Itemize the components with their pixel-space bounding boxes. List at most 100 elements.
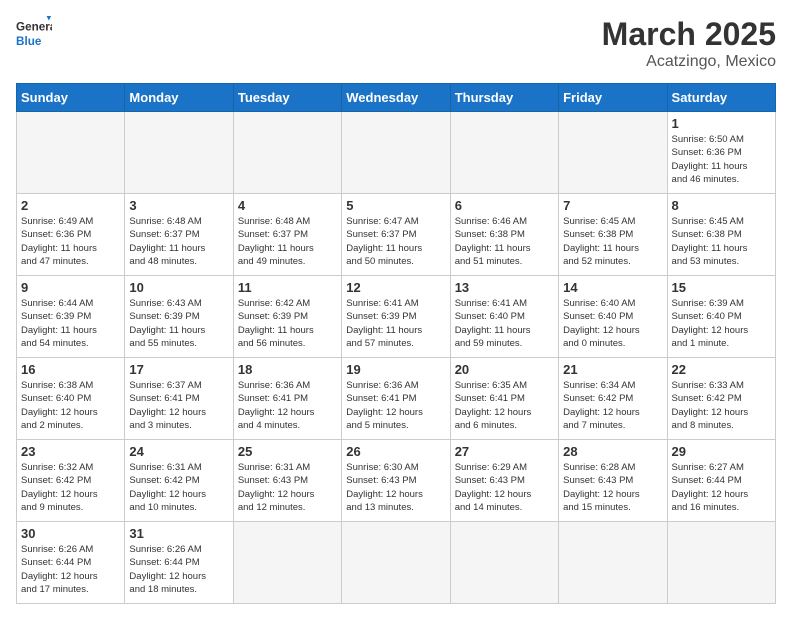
day-info: Sunrise: 6:32 AM Sunset: 6:42 PM Dayligh… bbox=[21, 461, 120, 514]
calendar-cell bbox=[667, 522, 775, 604]
calendar-cell: 29Sunrise: 6:27 AM Sunset: 6:44 PM Dayli… bbox=[667, 440, 775, 522]
day-info: Sunrise: 6:35 AM Sunset: 6:41 PM Dayligh… bbox=[455, 379, 554, 432]
day-info: Sunrise: 6:49 AM Sunset: 6:36 PM Dayligh… bbox=[21, 215, 120, 268]
day-info: Sunrise: 6:50 AM Sunset: 6:36 PM Dayligh… bbox=[672, 133, 771, 186]
calendar-cell bbox=[559, 112, 667, 194]
calendar-cell: 10 Sunrise: 6:43 AM Sunset: 6:39 PM Dayli… bbox=[125, 276, 233, 358]
day-info: Sunrise: 6:31 AM Sunset: 6:43 PM Dayligh… bbox=[238, 461, 337, 514]
day-number: 28 bbox=[563, 444, 662, 459]
title-block: March 2025 Acatzingo, Mexico bbox=[602, 16, 776, 71]
day-info: Sunrise: 6:36 AM Sunset: 6:41 PM Dayligh… bbox=[238, 379, 337, 432]
calendar-cell: 14 Sunrise: 6:40 AM Sunset: 6:40 PM Dayli… bbox=[559, 276, 667, 358]
calendar-cell: 30Sunrise: 6:26 AM Sunset: 6:44 PM Dayli… bbox=[17, 522, 125, 604]
calendar-cell: 11 Sunrise: 6:42 AM Sunset: 6:39 PM Dayli… bbox=[233, 276, 341, 358]
calendar-cell: 28 Sunrise: 6:28 AM Sunset: 6:43 PM Dayli… bbox=[559, 440, 667, 522]
day-info: Sunrise: 6:44 AM Sunset: 6:39 PM Dayligh… bbox=[21, 297, 120, 350]
day-number: 2 bbox=[21, 198, 120, 213]
calendar-cell: 5Sunrise: 6:47 AM Sunset: 6:37 PM Daylig… bbox=[342, 194, 450, 276]
logo: General Blue bbox=[16, 16, 52, 52]
day-info: Sunrise: 6:46 AM Sunset: 6:38 PM Dayligh… bbox=[455, 215, 554, 268]
calendar-cell bbox=[233, 112, 341, 194]
day-number: 25 bbox=[238, 444, 337, 459]
day-number: 31 bbox=[129, 526, 228, 541]
day-info: Sunrise: 6:26 AM Sunset: 6:44 PM Dayligh… bbox=[129, 543, 228, 596]
day-info: Sunrise: 6:43 AM Sunset: 6:39 PM Dayligh… bbox=[129, 297, 228, 350]
day-number: 14 bbox=[563, 280, 662, 295]
day-of-week-header: Monday bbox=[125, 84, 233, 112]
day-number: 22 bbox=[672, 362, 771, 377]
calendar-cell bbox=[342, 112, 450, 194]
day-number: 4 bbox=[238, 198, 337, 213]
day-number: 6 bbox=[455, 198, 554, 213]
calendar-cell: 23 Sunrise: 6:32 AM Sunset: 6:42 PM Dayli… bbox=[17, 440, 125, 522]
page-header: General Blue March 2025 Acatzingo, Mexic… bbox=[16, 16, 776, 71]
calendar-cell bbox=[17, 112, 125, 194]
calendar-cell: 19Sunrise: 6:36 AM Sunset: 6:41 PM Dayli… bbox=[342, 358, 450, 440]
day-info: Sunrise: 6:42 AM Sunset: 6:39 PM Dayligh… bbox=[238, 297, 337, 350]
day-number: 8 bbox=[672, 198, 771, 213]
calendar-cell bbox=[233, 522, 341, 604]
day-of-week-header: Tuesday bbox=[233, 84, 341, 112]
calendar-cell: 8 Sunrise: 6:45 AM Sunset: 6:38 PM Daylig… bbox=[667, 194, 775, 276]
day-info: Sunrise: 6:30 AM Sunset: 6:43 PM Dayligh… bbox=[346, 461, 445, 514]
day-number: 1 bbox=[672, 116, 771, 131]
day-number: 21 bbox=[563, 362, 662, 377]
calendar-cell: 16Sunrise: 6:38 AM Sunset: 6:40 PM Dayli… bbox=[17, 358, 125, 440]
day-number: 17 bbox=[129, 362, 228, 377]
day-number: 24 bbox=[129, 444, 228, 459]
calendar-cell bbox=[342, 522, 450, 604]
day-number: 29 bbox=[672, 444, 771, 459]
day-number: 30 bbox=[21, 526, 120, 541]
calendar-cell bbox=[450, 112, 558, 194]
day-info: Sunrise: 6:28 AM Sunset: 6:43 PM Dayligh… bbox=[563, 461, 662, 514]
calendar-cell: 20 Sunrise: 6:35 AM Sunset: 6:41 PM Dayli… bbox=[450, 358, 558, 440]
calendar-cell: 7 Sunrise: 6:45 AM Sunset: 6:38 PM Daylig… bbox=[559, 194, 667, 276]
day-info: Sunrise: 6:45 AM Sunset: 6:38 PM Dayligh… bbox=[563, 215, 662, 268]
logo-icon: General Blue bbox=[16, 16, 52, 52]
day-number: 10 bbox=[129, 280, 228, 295]
day-info: Sunrise: 6:40 AM Sunset: 6:40 PM Dayligh… bbox=[563, 297, 662, 350]
calendar-cell: 21 Sunrise: 6:34 AM Sunset: 6:42 PM Dayli… bbox=[559, 358, 667, 440]
day-number: 15 bbox=[672, 280, 771, 295]
calendar-subtitle: Acatzingo, Mexico bbox=[602, 53, 776, 71]
calendar-cell: 25 Sunrise: 6:31 AM Sunset: 6:43 PM Dayli… bbox=[233, 440, 341, 522]
calendar-cell: 4 Sunrise: 6:48 AM Sunset: 6:37 PM Daylig… bbox=[233, 194, 341, 276]
calendar-cell: 2 Sunrise: 6:49 AM Sunset: 6:36 PM Daylig… bbox=[17, 194, 125, 276]
day-number: 13 bbox=[455, 280, 554, 295]
day-info: Sunrise: 6:41 AM Sunset: 6:39 PM Dayligh… bbox=[346, 297, 445, 350]
day-info: Sunrise: 6:47 AM Sunset: 6:37 PM Dayligh… bbox=[346, 215, 445, 268]
day-number: 26 bbox=[346, 444, 445, 459]
day-info: Sunrise: 6:34 AM Sunset: 6:42 PM Dayligh… bbox=[563, 379, 662, 432]
calendar-cell bbox=[125, 112, 233, 194]
day-info: Sunrise: 6:33 AM Sunset: 6:42 PM Dayligh… bbox=[672, 379, 771, 432]
calendar-cell bbox=[559, 522, 667, 604]
calendar-cell: 3Sunrise: 6:48 AM Sunset: 6:37 PM Daylig… bbox=[125, 194, 233, 276]
day-info: Sunrise: 6:31 AM Sunset: 6:42 PM Dayligh… bbox=[129, 461, 228, 514]
day-number: 19 bbox=[346, 362, 445, 377]
day-number: 12 bbox=[346, 280, 445, 295]
day-info: Sunrise: 6:38 AM Sunset: 6:40 PM Dayligh… bbox=[21, 379, 120, 432]
day-number: 20 bbox=[455, 362, 554, 377]
svg-text:Blue: Blue bbox=[16, 35, 42, 48]
calendar-cell: 13 Sunrise: 6:41 AM Sunset: 6:40 PM Dayli… bbox=[450, 276, 558, 358]
calendar-cell: 17Sunrise: 6:37 AM Sunset: 6:41 PM Dayli… bbox=[125, 358, 233, 440]
day-info: Sunrise: 6:29 AM Sunset: 6:43 PM Dayligh… bbox=[455, 461, 554, 514]
day-of-week-header: Thursday bbox=[450, 84, 558, 112]
calendar-cell: 1 Sunrise: 6:50 AM Sunset: 6:36 PM Daylig… bbox=[667, 112, 775, 194]
day-of-week-header: Saturday bbox=[667, 84, 775, 112]
day-of-week-header: Wednesday bbox=[342, 84, 450, 112]
day-info: Sunrise: 6:45 AM Sunset: 6:38 PM Dayligh… bbox=[672, 215, 771, 268]
day-number: 3 bbox=[129, 198, 228, 213]
day-number: 18 bbox=[238, 362, 337, 377]
day-info: Sunrise: 6:41 AM Sunset: 6:40 PM Dayligh… bbox=[455, 297, 554, 350]
calendar-cell: 27Sunrise: 6:29 AM Sunset: 6:43 PM Dayli… bbox=[450, 440, 558, 522]
day-number: 7 bbox=[563, 198, 662, 213]
calendar-cell: 18 Sunrise: 6:36 AM Sunset: 6:41 PM Dayli… bbox=[233, 358, 341, 440]
day-info: Sunrise: 6:48 AM Sunset: 6:37 PM Dayligh… bbox=[238, 215, 337, 268]
calendar-cell: 31 Sunrise: 6:26 AM Sunset: 6:44 PM Dayli… bbox=[125, 522, 233, 604]
day-number: 23 bbox=[21, 444, 120, 459]
day-of-week-header: Sunday bbox=[17, 84, 125, 112]
calendar-cell: 22 Sunrise: 6:33 AM Sunset: 6:42 PM Dayli… bbox=[667, 358, 775, 440]
day-number: 11 bbox=[238, 280, 337, 295]
calendar-cell: 24 Sunrise: 6:31 AM Sunset: 6:42 PM Dayli… bbox=[125, 440, 233, 522]
